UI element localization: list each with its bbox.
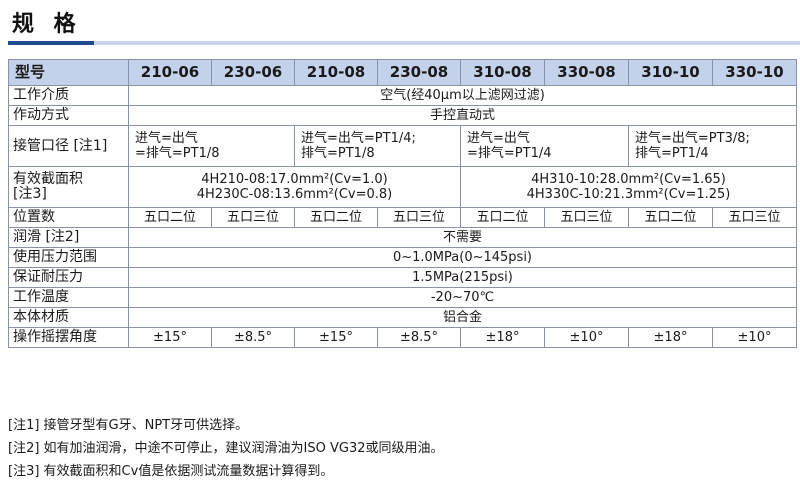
table-cell: 五口二位 [460, 207, 545, 228]
model-header: 型号 [8, 59, 129, 86]
row-label: 接管口径 [注1] [8, 125, 129, 167]
port-spec-cell: 进气=出气 =排气=PT1/8 [128, 125, 295, 167]
table-cell: 五口三位 [544, 207, 629, 228]
row-label-line: 有效截面积 [13, 171, 83, 187]
table-cell: ±8.5° [377, 327, 461, 348]
table-row: 操作摇摆角度 ±15° ±8.5° ±15° ±8.5° ±18° ±10° ±… [8, 327, 797, 348]
row-label: 使用压力范围 [8, 247, 129, 268]
row-label: 保证耐压力 [8, 267, 129, 288]
row-label: 润滑 [注2] [8, 227, 129, 248]
row-label: 作动方式 [8, 105, 129, 126]
table-cell: ±8.5° [211, 327, 295, 348]
footnote: [注2] 如有加油润滑，中途不可停止，建议润滑油为ISO VG32或同级用油。 [8, 441, 444, 456]
footnote: [注3] 有效截面积和Cv值是依据测试流量数据计算得到。 [8, 464, 334, 479]
row-label-line: [注3] [13, 186, 47, 202]
title-underline-accent [8, 41, 94, 45]
area-spec-line: 4H210-08:17.0mm²(Cv=1.0) [201, 172, 388, 187]
table-cell: 五口二位 [294, 207, 378, 228]
row-label: 操作摇摆角度 [8, 327, 129, 348]
port-spec-line: =排气=PT1/4 [467, 146, 552, 161]
area-spec-cell: 4H310-10:28.0mm²(Cv=1.65) 4H330C-10:21.3m… [460, 166, 797, 208]
table-row: 工作温度 -20~70℃ [8, 287, 797, 308]
port-spec-line: 进气=出气 [135, 131, 198, 146]
port-spec-line: 进气=出气=PT1/4; [301, 131, 416, 146]
model-col-header: 330-10 [712, 59, 797, 86]
table-row: 工作介质 空气(经40μm以上滤网过滤) [8, 85, 797, 106]
row-label: 有效截面积 [注3] [8, 166, 129, 208]
footnote: [注1] 接管牙型有G牙、NPT牙可供选择。 [8, 418, 249, 433]
table-cell: 五口三位 [377, 207, 461, 228]
port-spec-line: =排气=PT1/8 [135, 146, 220, 161]
port-spec-cell: 进气=出气=PT3/8; 排气=PT1/4 [628, 125, 797, 167]
table-cell: 五口三位 [712, 207, 797, 228]
area-spec-line: 4H230C-08:13.6mm²(Cv=0.8) [196, 187, 393, 202]
spec-value: 1.5MPa(215psi) [128, 267, 797, 288]
spec-table: 型号 210-06 230-06 210-08 230-08 310-08 33… [8, 59, 797, 348]
spec-value: 手控直动式 [128, 105, 797, 126]
table-cell: ±18° [628, 327, 713, 348]
row-label: 工作介质 [8, 85, 129, 106]
table-header-row: 型号 210-06 230-06 210-08 230-08 310-08 33… [8, 59, 797, 86]
spec-value: 铝合金 [128, 307, 797, 328]
footnotes: [注1] 接管牙型有G牙、NPT牙可供选择。 [注2] 如有加油润滑，中途不可停… [8, 414, 444, 483]
table-cell: 五口三位 [211, 207, 295, 228]
table-row: 本体材质 铝合金 [8, 307, 797, 328]
table-row: 保证耐压力 1.5MPa(215psi) [8, 267, 797, 288]
row-label: 位置数 [8, 207, 129, 228]
table-cell: 五口二位 [628, 207, 713, 228]
port-spec-cell: 进气=出气 =排气=PT1/4 [460, 125, 629, 167]
table-cell: ±15° [128, 327, 212, 348]
table-cell: ±10° [544, 327, 629, 348]
row-label: 工作温度 [8, 287, 129, 308]
table-row: 位置数 五口二位 五口三位 五口二位 五口三位 五口二位 五口三位 五口二位 五… [8, 207, 797, 228]
spec-value: 0~1.0MPa(0~145psi) [128, 247, 797, 268]
table-cell: 五口二位 [128, 207, 212, 228]
table-row: 作动方式 手控直动式 [8, 105, 797, 126]
row-label: 本体材质 [8, 307, 129, 328]
area-spec-cell: 4H210-08:17.0mm²(Cv=1.0) 4H230C-08:13.6mm… [128, 166, 461, 208]
title-underline [8, 41, 800, 45]
model-col-header: 330-08 [544, 59, 629, 86]
port-spec-line: 进气=出气=PT3/8; [635, 131, 750, 146]
port-spec-cell: 进气=出气=PT1/4; 排气=PT1/8 [294, 125, 461, 167]
model-col-header: 230-08 [377, 59, 461, 86]
spec-value: 空气(经40μm以上滤网过滤) [128, 85, 797, 106]
table-row: 有效截面积 [注3] 4H210-08:17.0mm²(Cv=1.0) 4H230C… [8, 166, 797, 208]
model-col-header: 310-08 [460, 59, 545, 86]
table-row: 使用压力范围 0~1.0MPa(0~145psi) [8, 247, 797, 268]
table-row: 接管口径 [注1] 进气=出气 =排气=PT1/8 进气=出气=PT1/4; 排气=… [8, 125, 797, 167]
model-col-header: 210-06 [128, 59, 212, 86]
area-spec-line: 4H310-10:28.0mm²(Cv=1.65) [531, 172, 726, 187]
model-col-header: 230-06 [211, 59, 295, 86]
port-spec-line: 排气=PT1/4 [635, 146, 709, 161]
spec-value: 不需要 [128, 227, 797, 248]
model-col-header: 210-08 [294, 59, 378, 86]
section-title: 规 格 [12, 12, 82, 37]
port-spec-line: 排气=PT1/8 [301, 146, 375, 161]
table-cell: ±18° [460, 327, 545, 348]
table-row: 润滑 [注2] 不需要 [8, 227, 797, 248]
table-cell: ±10° [712, 327, 797, 348]
model-col-header: 310-10 [628, 59, 713, 86]
area-spec-line: 4H330C-10:21.3mm²(Cv=1.25) [526, 187, 731, 202]
spec-value: -20~70℃ [128, 287, 797, 308]
port-spec-line: 进气=出气 [467, 131, 530, 146]
table-cell: ±15° [294, 327, 378, 348]
